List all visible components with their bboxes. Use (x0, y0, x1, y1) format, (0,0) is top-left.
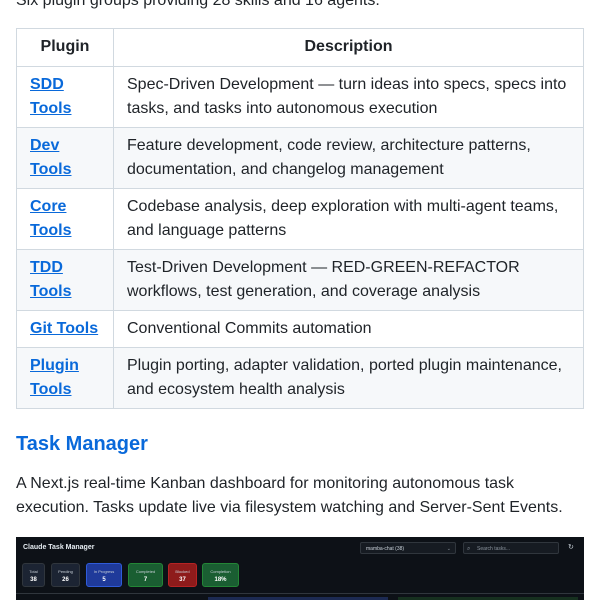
description-cell: Test-Driven Development — RED-GREEN-REFA… (113, 249, 584, 311)
search-icon: ⌕ (467, 546, 471, 552)
search-input[interactable]: ⌕ Search tasks... (463, 542, 559, 554)
dashboard-title: Claude Task Manager (23, 544, 95, 551)
stat-completion: Completion 18% (202, 563, 239, 587)
table-header-row: Plugin Description (16, 28, 584, 67)
project-select[interactable]: mamba-chat (38) ⌄ (360, 542, 456, 554)
plugin-link-sdd-tools[interactable]: SDD Tools (30, 76, 71, 117)
chevron-down-icon: ⌄ (446, 546, 451, 552)
stat-label: Completed (135, 569, 156, 574)
table-row: Plugin Tools Plugin porting, adapter vali… (16, 347, 584, 409)
description-cell: Feature development, code review, archit… (113, 127, 584, 189)
plugins-table: Plugin Description SDD Tools Spec-Driven … (16, 28, 584, 409)
stat-completed: Completed 7 (128, 563, 163, 587)
table-row: Core Tools Codebase analysis, deep explor… (16, 188, 584, 250)
intro-text: Six plugin groups providing 28 skills an… (16, 0, 380, 9)
table-row: TDD Tools Test-Driven Development — RED-G… (16, 249, 584, 311)
search-placeholder: Search tasks... (477, 546, 511, 552)
description-cell: Spec-Driven Development — turn ideas int… (113, 66, 584, 128)
stat-value: 5 (102, 577, 106, 583)
description-cell: Conventional Commits automation (113, 310, 584, 348)
stat-value: 37 (179, 577, 186, 583)
description-cell: Plugin porting, adapter validation, port… (113, 347, 584, 409)
plugin-link-dev-tools[interactable]: Dev Tools (30, 137, 71, 178)
stat-in-progress: In Progress 5 (86, 563, 122, 587)
table-row: Dev Tools Feature development, code revie… (16, 127, 584, 189)
stat-label: Completion (210, 569, 231, 574)
plugin-cell: Plugin Tools (16, 347, 114, 409)
dashboard-screenshot: Claude Task Manager mamba-chat (38) ⌄ ⌕ … (16, 537, 584, 600)
stat-value: 38 (30, 577, 37, 583)
stat-label: Total (29, 569, 38, 574)
stat-total: Total 38 (22, 563, 45, 587)
plugin-link-core-tools[interactable]: Core Tools (30, 198, 71, 239)
description-cell: Codebase analysis, deep exploration with… (113, 188, 584, 250)
stat-value: 18% (214, 577, 227, 583)
stat-label: In Progress (93, 569, 115, 574)
stat-label: Blocked (175, 569, 190, 574)
header-plugin: Plugin (16, 28, 114, 67)
plugin-link-git-tools[interactable]: Git Tools (30, 320, 98, 337)
header-description: Description (113, 28, 584, 67)
plugin-cell: TDD Tools (16, 249, 114, 311)
plugin-cell: Core Tools (16, 188, 114, 250)
plugin-link-tdd-tools[interactable]: TDD Tools (30, 259, 71, 300)
project-select-label: mamba-chat (38) (366, 546, 405, 552)
divider (16, 593, 584, 594)
table-row: SDD Tools Spec-Driven Development — turn … (16, 66, 584, 128)
plugin-link-plugin-tools[interactable]: Plugin Tools (30, 357, 79, 398)
section-heading: Task Manager (16, 433, 148, 455)
stat-pending: Pending 26 (51, 563, 80, 587)
stat-value: 26 (62, 577, 69, 583)
section-description: A Next.js real-time Kanban dashboard for… (16, 475, 563, 516)
plugin-cell: Dev Tools (16, 127, 114, 189)
table-row: Git Tools Conventional Commits automatio… (16, 310, 584, 348)
stat-value: 7 (143, 577, 148, 583)
stat-label: Pending (58, 569, 73, 574)
plugin-cell: Git Tools (16, 310, 114, 348)
plugin-cell: SDD Tools (16, 66, 114, 128)
stat-blocked: Blocked 37 (168, 563, 197, 587)
refresh-icon[interactable]: ↻ (568, 543, 574, 551)
